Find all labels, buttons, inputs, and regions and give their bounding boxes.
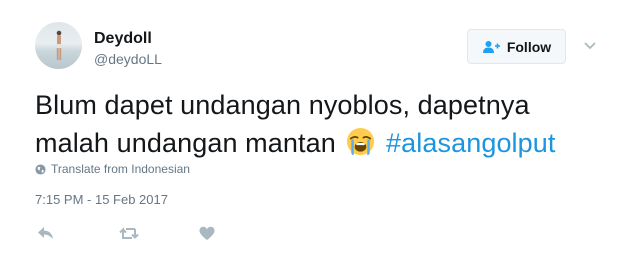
like-button[interactable] bbox=[199, 226, 215, 242]
retweet-button[interactable] bbox=[119, 226, 139, 242]
follow-button-label: Follow bbox=[506, 38, 552, 55]
add-user-icon bbox=[482, 40, 500, 53]
user-info: Deydoll @deydoLL bbox=[94, 29, 162, 68]
globe-icon bbox=[35, 163, 46, 175]
translate-label: Translate from Indonesian bbox=[51, 162, 190, 176]
tweet-text: Blum dapet undangan nyoblos, dapetnya ma… bbox=[35, 86, 615, 162]
chevron-down-icon[interactable] bbox=[583, 41, 597, 51]
reply-icon bbox=[38, 227, 53, 239]
hashtag-link[interactable]: #alasangolput bbox=[386, 128, 555, 158]
user-fullname[interactable]: Deydoll bbox=[94, 29, 162, 49]
heart-icon bbox=[199, 226, 215, 240]
reply-button[interactable] bbox=[37, 226, 54, 242]
avatar[interactable] bbox=[35, 22, 82, 69]
user-handle[interactable]: @deydoLL bbox=[94, 50, 162, 68]
tweet-card: Deydoll @deydoLL Follow Blum dapet undan… bbox=[0, 0, 635, 275]
retweet-icon bbox=[119, 227, 139, 239]
tweet-timestamp[interactable]: 7:15 PM - 15 Feb 2017 bbox=[35, 192, 168, 207]
follow-button[interactable]: Follow bbox=[467, 29, 566, 64]
translate-link[interactable]: Translate from Indonesian bbox=[35, 162, 190, 176]
loudly-crying-face-icon bbox=[347, 127, 375, 156]
tweet-text-line1: Blum dapet undangan nyoblos, dapetnya bbox=[35, 90, 530, 120]
tweet-text-line2: malah undangan mantan bbox=[35, 128, 336, 158]
avatar-figure bbox=[56, 30, 62, 60]
